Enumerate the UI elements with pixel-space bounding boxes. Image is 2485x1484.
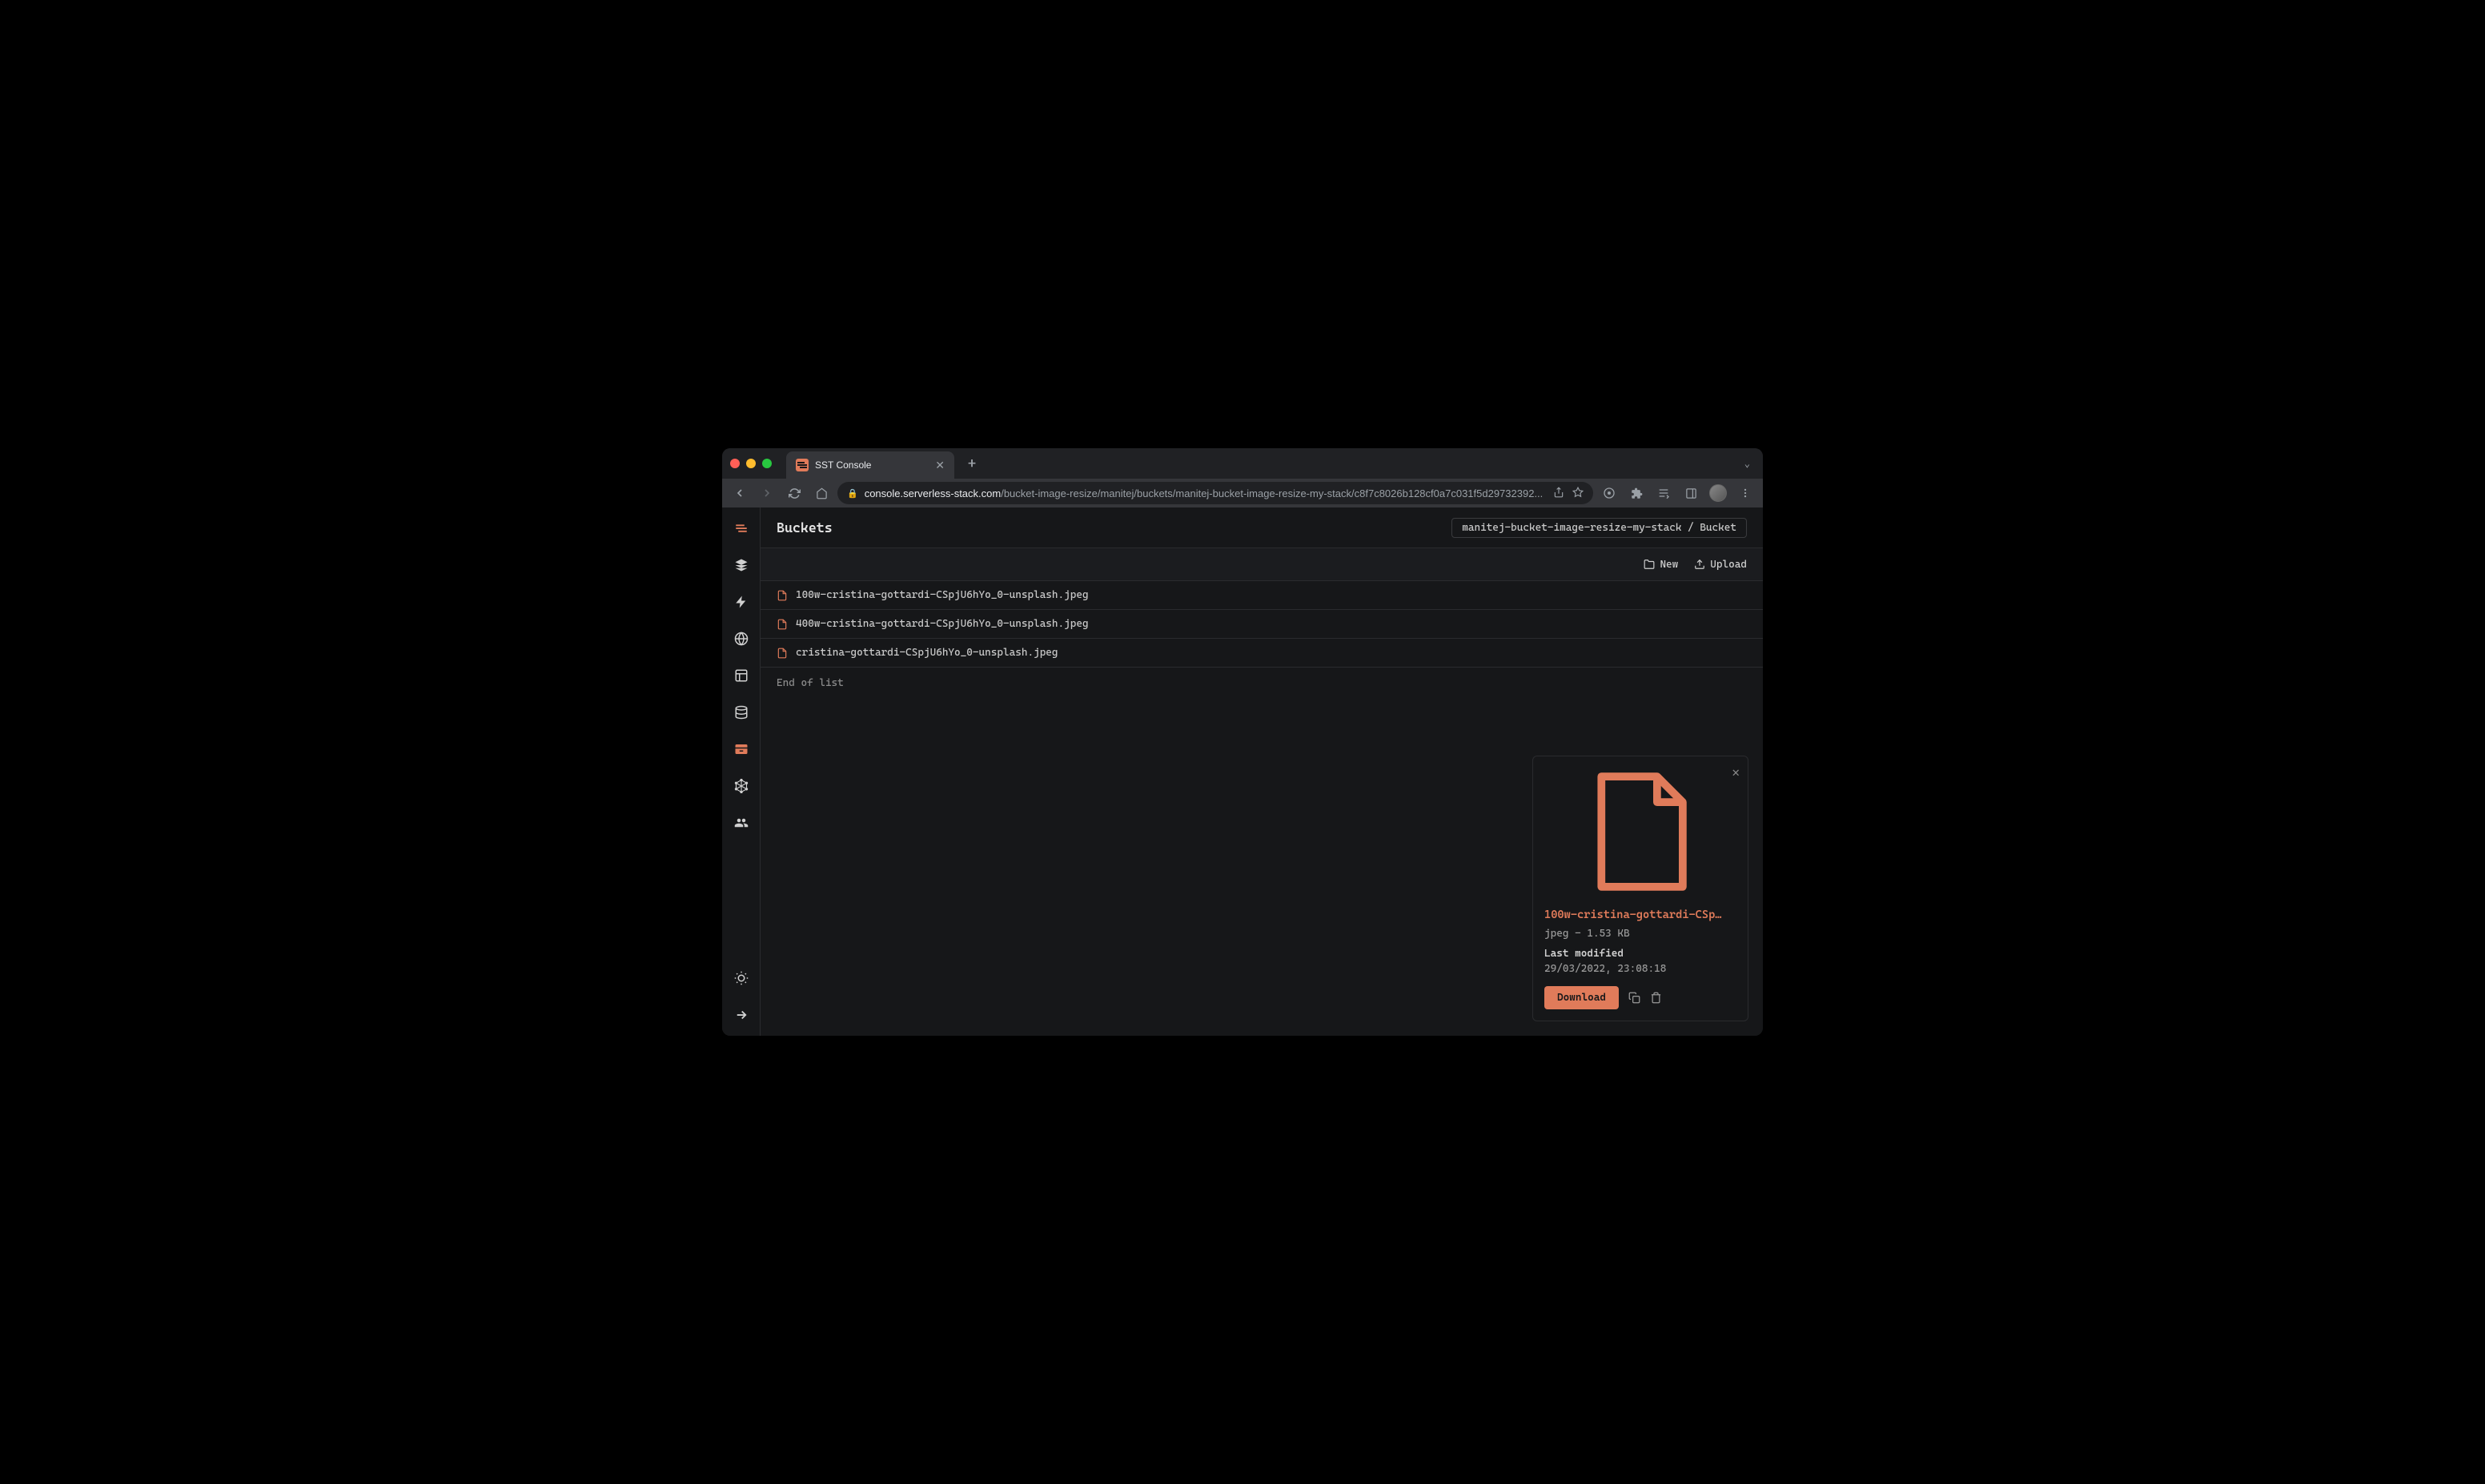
file-detail-panel: ✕ 100w-cristina-gottardi-CSp… jpeg - 1.5… [1532,756,1748,1021]
traffic-lights [730,459,772,468]
sidebar-item-buckets[interactable] [730,738,753,760]
forward-button[interactable] [756,482,778,504]
sidebar-item-tables[interactable] [730,664,753,687]
detail-meta: jpeg - 1.53 KB [1544,928,1736,940]
menu-button[interactable] [1734,482,1756,504]
new-folder-button[interactable]: New [1644,559,1678,571]
file-row[interactable]: 100w-cristina-gottardi-CSpjU6hYo_0-unspl… [761,581,1763,610]
page-header: Buckets manitej-bucket-image-resize-my-s… [761,507,1763,547]
file-icon [777,619,788,630]
app-logo-icon[interactable] [730,517,753,539]
action-bar: New Upload [761,547,1763,581]
app-body: Buckets manitej-bucket-image-resize-my-s… [722,507,1763,1036]
back-button[interactable] [729,482,751,504]
file-name: 400w-cristina-gottardi-CSpjU6hYo_0-unspl… [796,618,1089,630]
profile-avatar[interactable] [1707,482,1729,504]
detail-actions: Download [1544,986,1736,1009]
sidebar [722,507,761,1036]
breadcrumb[interactable]: manitej-bucket-image-resize-my-stack / B… [1451,518,1747,538]
window-minimize-button[interactable] [746,459,756,468]
sidebar-item-cognito[interactable] [730,812,753,834]
sidebar-item-stacks[interactable] [730,554,753,576]
window-close-button[interactable] [730,459,740,468]
tabs-dropdown-button[interactable]: ⌄ [1744,458,1750,469]
folder-open-icon [1644,559,1655,570]
bookmark-icon[interactable] [1572,487,1584,500]
tab-favicon-icon [796,459,809,471]
file-preview-icon [1544,768,1736,896]
tab-close-button[interactable]: ✕ [935,459,945,472]
page-title: Buckets [777,519,833,535]
copy-button[interactable] [1628,992,1640,1004]
side-panel-icon[interactable] [1680,482,1702,504]
end-of-list-label: End of list [761,668,1763,699]
sidebar-item-functions[interactable] [730,591,753,613]
last-modified-value: 29/03/2022, 23:08:18 [1544,963,1736,975]
file-name: 100w-cristina-gottardi-CSpjU6hYo_0-unspl… [796,589,1089,601]
share-icon[interactable] [1553,487,1564,500]
copy-icon [1628,992,1640,1004]
window-maximize-button[interactable] [762,459,772,468]
sidebar-item-graphql[interactable] [730,775,753,797]
sidebar-item-logout[interactable] [730,1004,753,1026]
browser-toolbar: 🔒 console.serverless-stack.com/bucket-im… [722,479,1763,507]
sidebar-item-theme[interactable] [730,967,753,989]
file-name: cristina-gottardi-CSpjU6hYo_0-unsplash.j… [796,647,1058,659]
delete-button[interactable] [1650,992,1662,1004]
close-panel-button[interactable]: ✕ [1732,764,1740,780]
file-row[interactable]: 400w-cristina-gottardi-CSpjU6hYo_0-unspl… [761,610,1763,639]
incognito-icon[interactable] [1598,482,1620,504]
browser-tab[interactable]: SST Console ✕ [786,451,954,479]
upload-button[interactable]: Upload [1694,559,1747,571]
file-row[interactable]: cristina-gottardi-CSpjU6hYo_0-unsplash.j… [761,639,1763,668]
new-folder-label: New [1660,559,1678,571]
sidebar-item-api[interactable] [730,628,753,650]
upload-icon [1694,559,1705,570]
browser-window: SST Console ✕ + ⌄ 🔒 console.serverless-s… [722,448,1763,1036]
trash-icon [1650,992,1662,1004]
reload-button[interactable] [783,482,805,504]
home-button[interactable] [810,482,833,504]
last-modified-label: Last modified [1544,948,1736,960]
address-bar[interactable]: 🔒 console.serverless-stack.com/bucket-im… [837,482,1593,504]
upload-label: Upload [1710,559,1747,571]
tab-title: SST Console [815,459,929,471]
file-icon [777,590,788,601]
download-button[interactable]: Download [1544,986,1619,1009]
detail-filename: 100w-cristina-gottardi-CSp… [1544,908,1736,921]
file-icon [777,648,788,659]
extensions-icon[interactable] [1625,482,1648,504]
reading-list-icon[interactable] [1652,482,1675,504]
browser-tab-bar: SST Console ✕ + ⌄ [722,448,1763,479]
main-content: Buckets manitej-bucket-image-resize-my-s… [761,507,1763,1036]
new-tab-button[interactable]: + [961,452,983,475]
lock-icon: 🔒 [847,488,858,499]
url-text: console.serverless-stack.com/bucket-imag… [865,487,1547,499]
sidebar-item-rds[interactable] [730,701,753,724]
